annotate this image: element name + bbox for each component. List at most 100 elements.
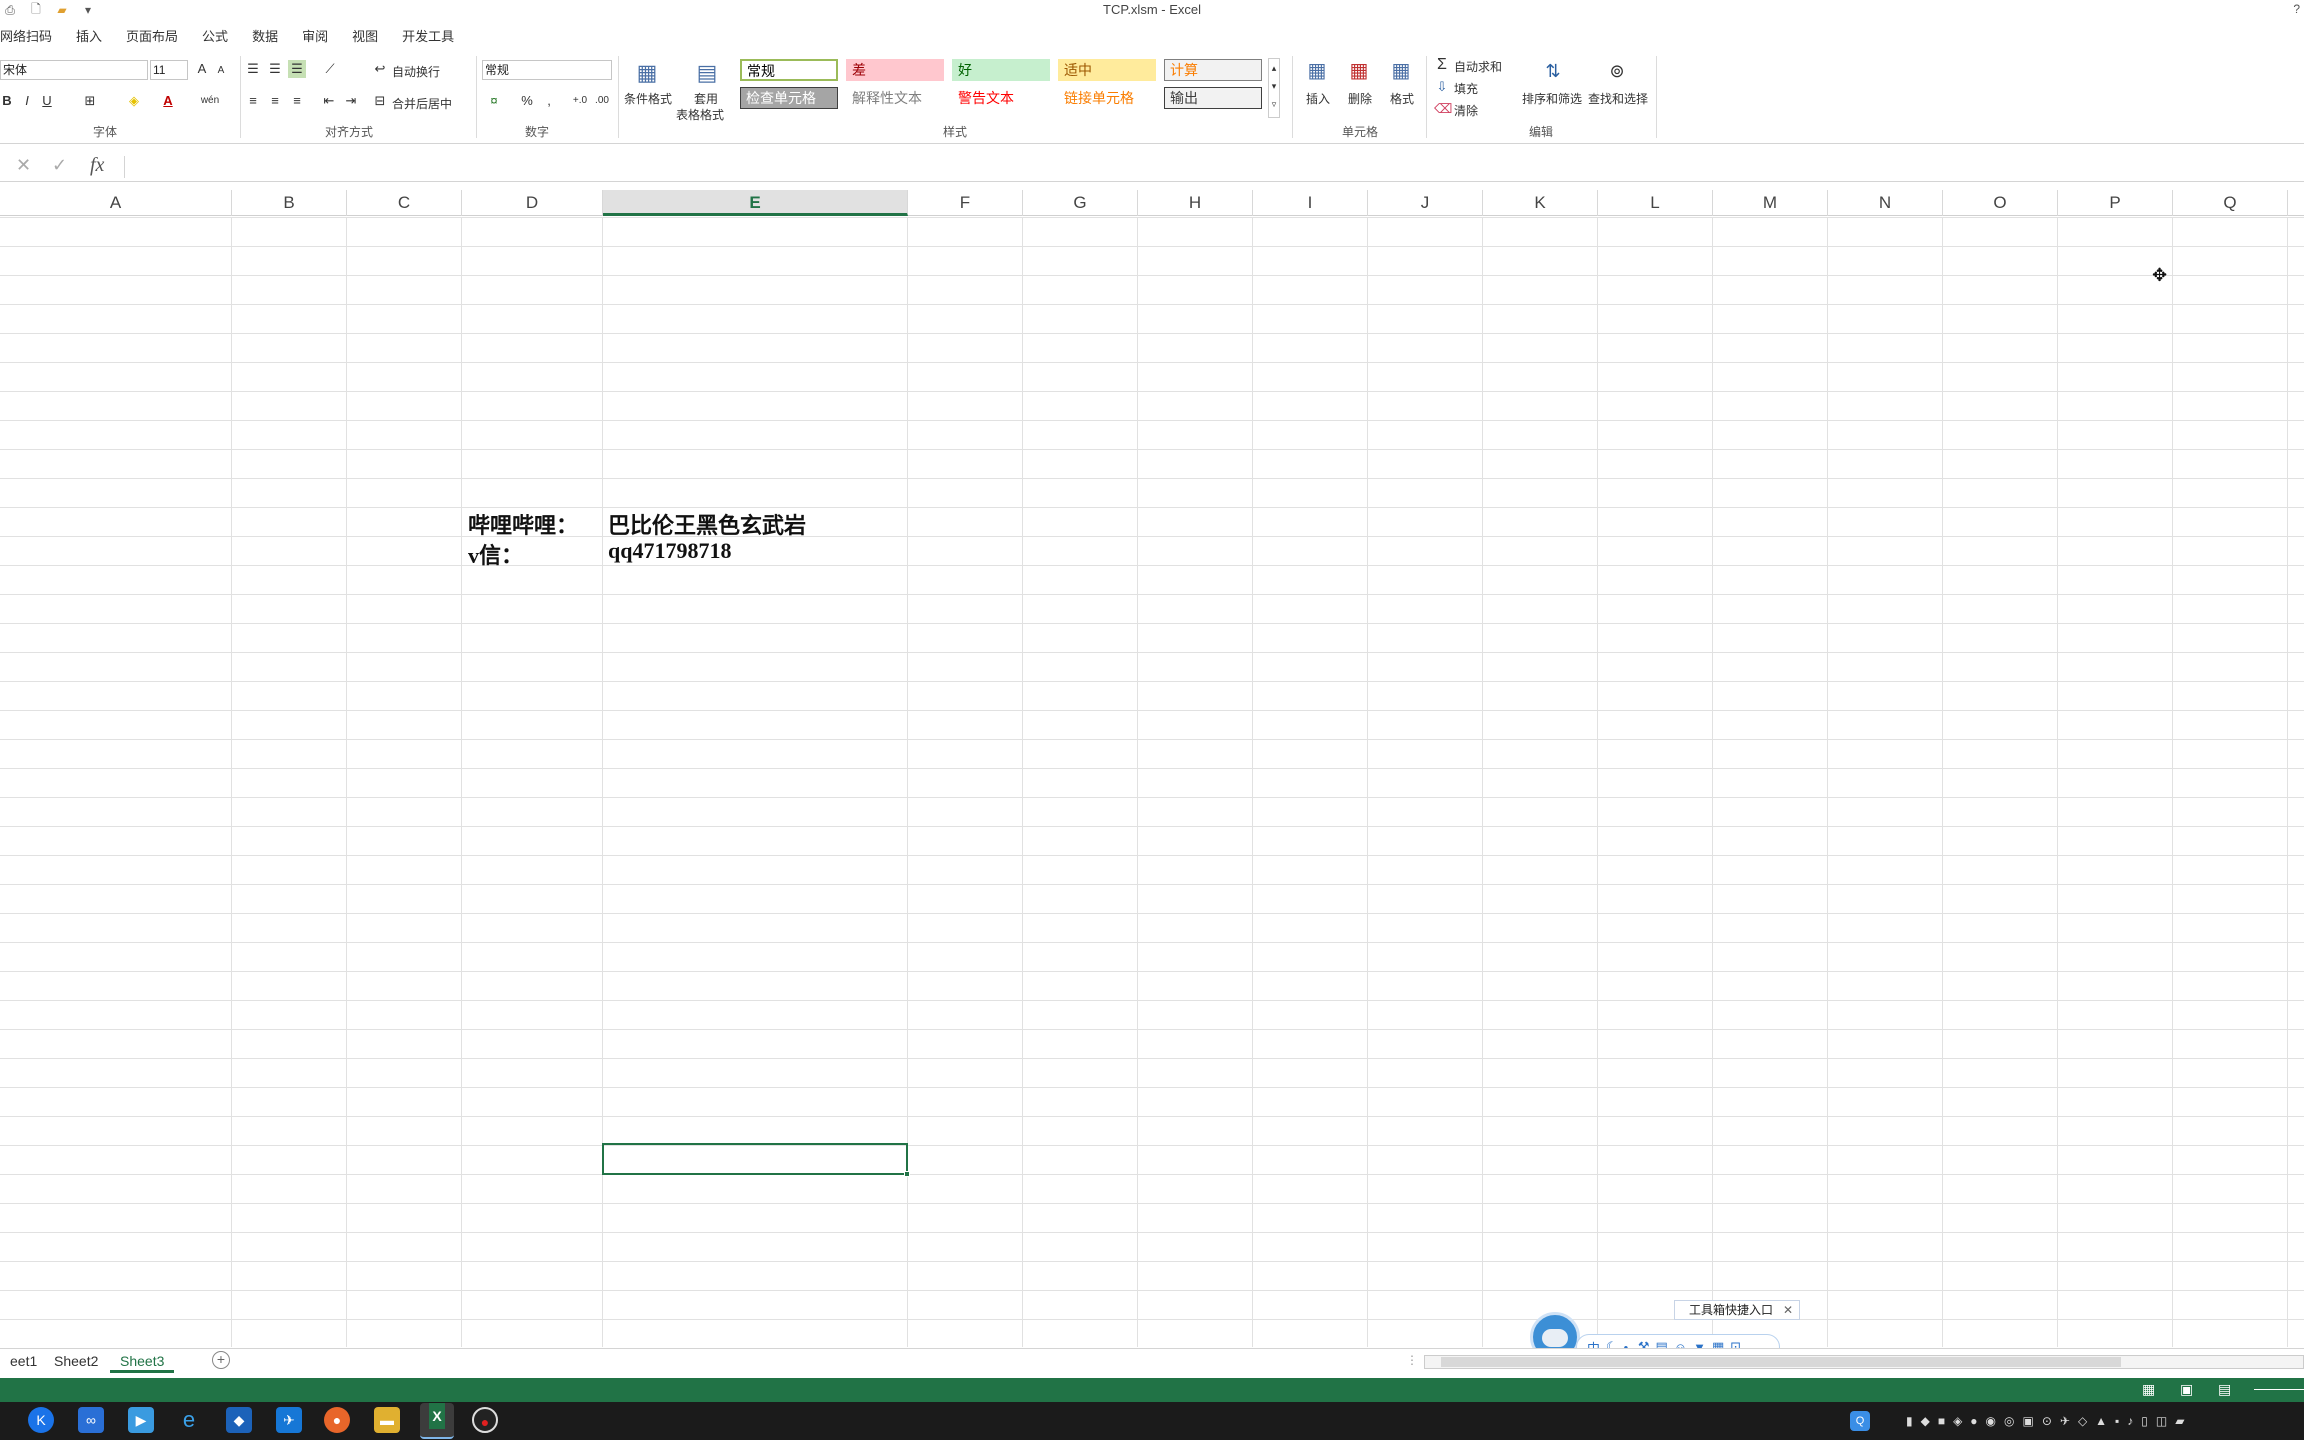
app-blue-icon[interactable]: ◆ <box>226 1407 252 1433</box>
column-header-o[interactable]: O <box>1943 190 2058 216</box>
cell-style-6[interactable]: 解释性文本 <box>846 87 944 109</box>
format-cells-button[interactable]: 格式 <box>1390 90 1414 107</box>
fx-icon[interactable]: fx <box>90 154 104 177</box>
align-left-icon[interactable]: ≡ <box>244 92 262 110</box>
grow-font-button[interactable]: A <box>194 60 210 78</box>
column-header-q[interactable]: Q <box>2173 190 2288 216</box>
table-format-button-2[interactable]: 表格格式 <box>676 106 724 123</box>
system-tray-icons[interactable]: ▮◆■◈●◉◎▣⊙✈◇▲▪♪▯◫▰ <box>1906 1414 2296 1428</box>
sheet-tab-sheet1[interactable]: eet1 <box>0 1349 47 1373</box>
tab-page-layout[interactable]: 页面布局 <box>114 26 190 46</box>
internet-explorer-icon[interactable]: e <box>176 1407 202 1433</box>
cell-style-3[interactable]: 适中 <box>1058 59 1156 81</box>
cell-style-2[interactable]: 好 <box>952 59 1050 81</box>
table-format-button-1[interactable]: 套用 <box>694 90 718 107</box>
delete-cells-button[interactable]: 删除 <box>1348 90 1372 107</box>
table-format-icon[interactable]: ▤ <box>690 58 724 88</box>
page-break-view-icon[interactable]: ▤ <box>2218 1381 2231 1398</box>
phonetic-icon[interactable]: wén <box>200 92 220 110</box>
column-header-a[interactable]: A <box>0 190 232 216</box>
tab-formulas[interactable]: 公式 <box>190 26 240 46</box>
sort-filter-icon[interactable]: ⇅ <box>1536 56 1570 86</box>
tab-view[interactable]: 视图 <box>340 26 390 46</box>
app-cloud-icon[interactable]: ∞ <box>78 1407 104 1433</box>
orientation-icon[interactable]: ⟋ <box>320 60 340 78</box>
number-format-box[interactable]: 常规 <box>482 60 612 80</box>
page-layout-view-icon[interactable]: ▣ <box>2180 1381 2193 1398</box>
zoom-slider[interactable] <box>2254 1389 2304 1390</box>
insert-cells-button[interactable]: 插入 <box>1306 90 1330 107</box>
decrease-indent-icon[interactable]: ⇤ <box>320 92 338 110</box>
find-binoculars-icon[interactable]: ⊚ <box>1600 56 1634 86</box>
cell-style-9[interactable]: 输出 <box>1164 87 1262 109</box>
tray-q-icon[interactable]: Q <box>1850 1411 1870 1431</box>
worksheet-grid[interactable] <box>0 217 2304 1347</box>
column-header-h[interactable]: H <box>1138 190 1253 216</box>
tab-insert[interactable]: 插入 <box>64 26 114 46</box>
tab-data[interactable]: 数据 <box>240 26 290 46</box>
bold-button[interactable]: B <box>0 92 14 110</box>
font-size-box[interactable]: 11 <box>150 60 188 80</box>
fill-icon[interactable]: ⇩ <box>1434 78 1450 96</box>
align-bottom-icon[interactable]: ☰ <box>288 60 306 78</box>
app-send-icon[interactable]: ✈ <box>276 1407 302 1433</box>
cell-style-7[interactable]: 警告文本 <box>952 87 1050 109</box>
column-header-m[interactable]: M <box>1713 190 1828 216</box>
excel-taskbar-icon[interactable]: X <box>420 1403 454 1439</box>
sort-filter-button[interactable]: 排序和筛选 <box>1522 90 1582 107</box>
column-header-b[interactable]: B <box>232 190 347 216</box>
wrap-text-button[interactable]: 自动换行 <box>392 63 440 80</box>
normal-view-icon[interactable]: ▦ <box>2142 1381 2155 1398</box>
column-header-k[interactable]: K <box>1483 190 1598 216</box>
border-icon[interactable]: ⊞ <box>80 92 100 110</box>
wrap-text-icon[interactable]: ↩ <box>372 60 388 78</box>
conditional-format-button[interactable]: 条件格式 <box>624 90 672 107</box>
increase-decimal-icon[interactable]: +.0 <box>570 92 590 110</box>
file-explorer-icon[interactable]: ▬ <box>374 1407 400 1433</box>
cell-e-wechat-value[interactable]: qq471798718 <box>608 538 731 564</box>
font-name-box[interactable]: 宋体 <box>0 60 148 80</box>
clear-button[interactable]: 清除 <box>1454 102 1478 119</box>
column-header-d[interactable]: D <box>462 190 603 216</box>
conditional-format-icon[interactable]: ▦ <box>630 58 664 88</box>
column-header-c[interactable]: C <box>347 190 462 216</box>
cell-e-bilibili-value[interactable]: 巴比伦王黑色玄武岩 <box>608 508 806 540</box>
formula-input[interactable] <box>124 156 2304 178</box>
comma-button[interactable]: , <box>542 92 556 110</box>
firefox-icon[interactable]: ● <box>324 1407 350 1433</box>
media-player-icon[interactable]: ▶ <box>128 1407 154 1433</box>
align-center-icon[interactable]: ≡ <box>266 92 284 110</box>
toolbox-tooltip[interactable]: 工具箱快捷入口 ✕ <box>1674 1300 1801 1320</box>
cell-style-1[interactable]: 差 <box>846 59 944 81</box>
tab-review[interactable]: 审阅 <box>290 26 340 46</box>
shrink-font-button[interactable]: A <box>214 62 228 80</box>
autosum-icon[interactable]: Σ <box>1434 56 1450 74</box>
cell-style-0[interactable]: 常规 <box>740 59 838 81</box>
cell-d-bilibili-label[interactable]: 哔哩哔哩： <box>468 508 578 540</box>
format-cells-icon[interactable]: ▦ <box>1386 56 1416 86</box>
sheet-tab-sheet3[interactable]: Sheet3 <box>110 1349 175 1373</box>
find-select-button[interactable]: 查找和选择 <box>1588 90 1648 107</box>
add-sheet-icon[interactable]: + <box>212 1351 230 1369</box>
scrollbar-thumb[interactable] <box>1441 1357 2121 1367</box>
column-header-n[interactable]: N <box>1828 190 1943 216</box>
font-color-icon[interactable]: A <box>160 92 176 110</box>
app-k-icon[interactable]: K <box>28 1407 54 1433</box>
tab-network-scan[interactable]: 网络扫码 <box>0 26 64 46</box>
sheet-tab-sheet2[interactable]: Sheet2 <box>44 1349 108 1373</box>
selected-cell[interactable] <box>602 1143 908 1175</box>
close-icon[interactable]: ✕ <box>1783 1301 1793 1319</box>
fill-handle[interactable] <box>904 1171 910 1177</box>
styles-scroll-icon[interactable]: ▴ ▾ ▿ <box>1268 58 1280 118</box>
column-header-g[interactable]: G <box>1023 190 1138 216</box>
column-header-e[interactable]: E <box>603 190 908 216</box>
tab-developer[interactable]: 开发工具 <box>390 26 466 46</box>
cell-style-8[interactable]: 链接单元格 <box>1058 87 1156 109</box>
cell-style-5[interactable]: 检查单元格 <box>740 87 838 109</box>
column-header-p[interactable]: P <box>2058 190 2173 216</box>
align-top-icon[interactable]: ☰ <box>244 60 262 78</box>
column-header-i[interactable]: I <box>1253 190 1368 216</box>
fill-button[interactable]: 填充 <box>1454 80 1478 97</box>
align-right-icon[interactable]: ≡ <box>288 92 306 110</box>
column-header-j[interactable]: J <box>1368 190 1483 216</box>
